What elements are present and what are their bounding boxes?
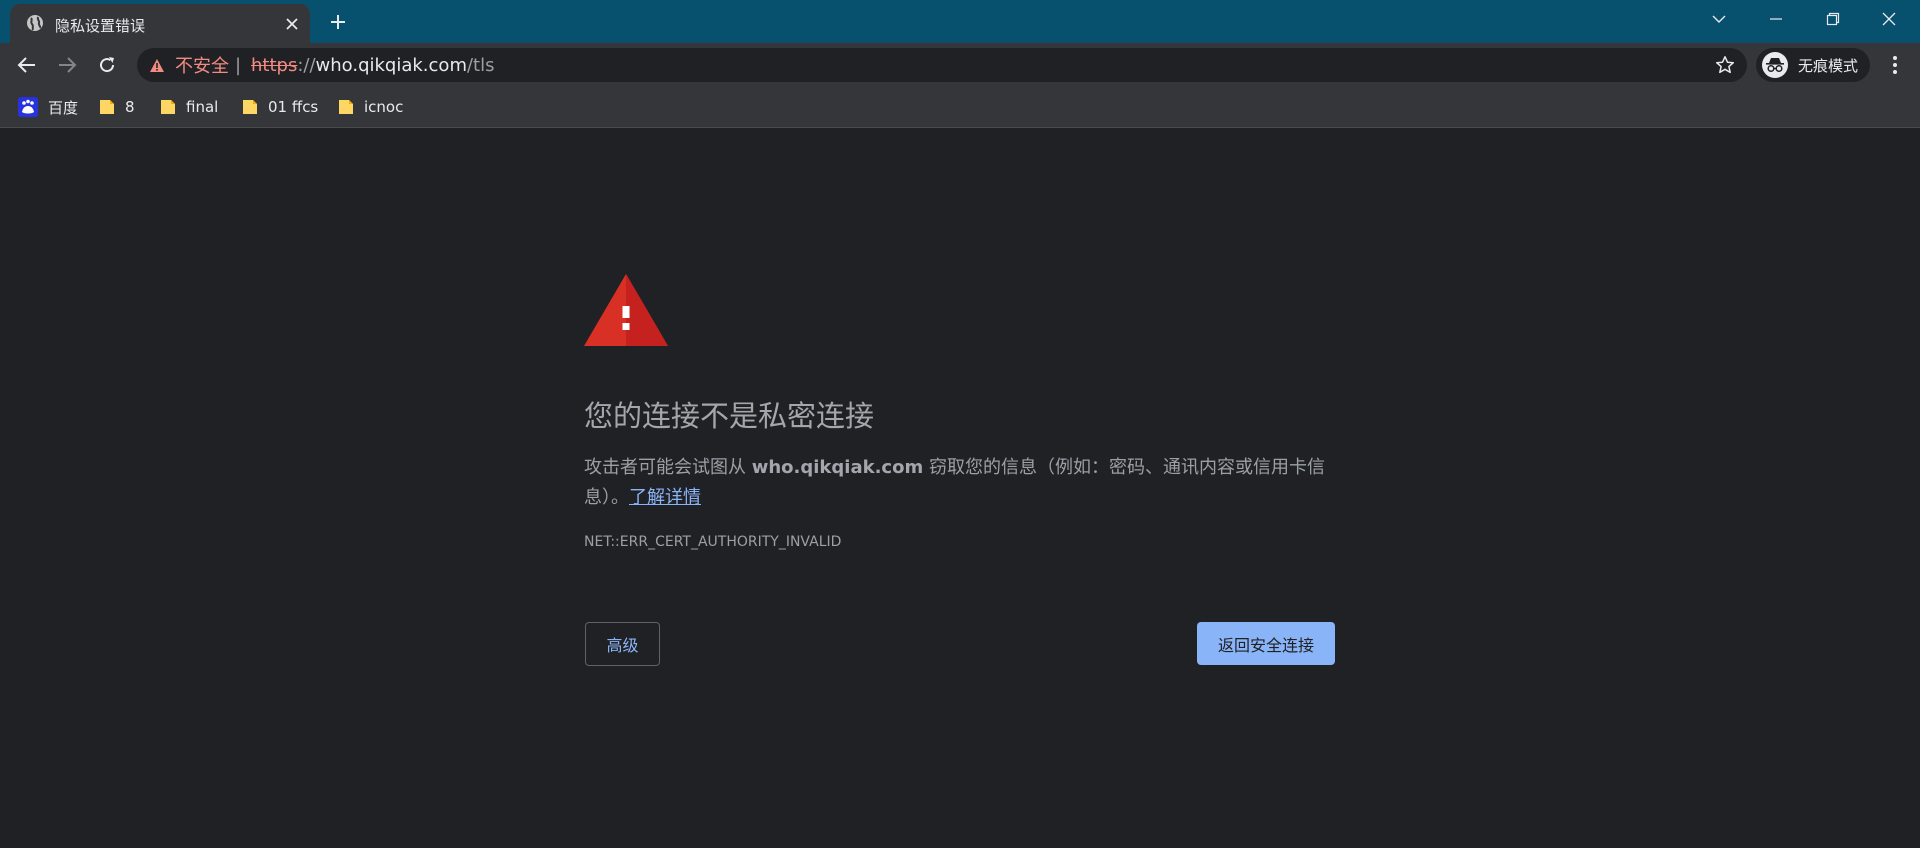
- bookmark-folder-01-ffcs[interactable]: 01 ffcs: [242, 95, 318, 119]
- bookmark-folder-8[interactable]: 8: [99, 95, 135, 119]
- address-bar[interactable]: 不安全 | https://who.qikqiak.com/tls: [137, 48, 1747, 82]
- folder-icon: [161, 100, 175, 114]
- tab-search-button[interactable]: [1696, 6, 1742, 32]
- bookmark-baidu[interactable]: 百度: [18, 95, 78, 119]
- tab-title: 隐私设置错误: [55, 17, 146, 35]
- url-path: /tls: [466, 54, 495, 76]
- arrow-right-icon: [59, 57, 77, 73]
- bookmark-star-button[interactable]: [1713, 53, 1737, 77]
- new-tab-button[interactable]: [326, 10, 350, 34]
- chip-divider: |: [235, 54, 242, 76]
- star-icon: [1715, 56, 1735, 74]
- close-icon[interactable]: [282, 14, 302, 34]
- plus-icon: [331, 15, 345, 29]
- bookmark-label: 8: [125, 98, 135, 116]
- title-bar: 隐私设置错误: [0, 0, 1920, 44]
- arrow-left-icon: [17, 57, 35, 73]
- minimize-icon: [1770, 18, 1782, 20]
- explanation-prefix: 攻击者可能会试图从: [584, 457, 752, 478]
- bookmark-label: icnoc: [364, 98, 404, 116]
- close-icon: [1882, 12, 1896, 26]
- restore-button[interactable]: [1810, 6, 1856, 32]
- explanation-text: 攻击者可能会试图从 who.qikqiak.com 窃取您的信息（例如：密码、通…: [584, 453, 1336, 513]
- explanation-host: who.qikqiak.com: [751, 457, 924, 478]
- bookmarks-bar: 百度 8 final 01 ffcs icnoc: [0, 87, 1920, 128]
- incognito-label: 无痕模式: [1798, 56, 1859, 75]
- warning-icon: [150, 58, 164, 72]
- back-button[interactable]: [12, 50, 42, 80]
- active-tab[interactable]: 隐私设置错误: [10, 4, 310, 44]
- bookmark-folder-icnoc[interactable]: icnoc: [338, 95, 403, 119]
- error-code: NET::ERR_CERT_AUTHORITY_INVALID: [584, 534, 842, 550]
- back-to-safety-button[interactable]: 返回安全连接: [1197, 622, 1335, 665]
- reload-icon: [100, 57, 115, 73]
- url-separator: ://: [297, 54, 316, 76]
- bookmark-folder-final[interactable]: final: [160, 95, 218, 119]
- reload-button[interactable]: [92, 50, 122, 80]
- page-headline: 您的连接不是私密连接: [584, 399, 875, 433]
- folder-icon: [243, 100, 257, 114]
- security-label: 不安全: [175, 56, 229, 77]
- folder-icon: [100, 100, 114, 114]
- url-text[interactable]: https://who.qikqiak.com/tls: [251, 48, 495, 82]
- bookmark-label: final: [186, 98, 219, 116]
- restore-icon: [1826, 12, 1840, 26]
- learn-more-link[interactable]: 了解详情: [629, 487, 701, 508]
- window-close-button[interactable]: [1866, 6, 1912, 32]
- chevron-down-icon: [1712, 15, 1726, 23]
- globe-icon: [26, 14, 44, 32]
- bookmark-label: 01 ffcs: [268, 98, 319, 116]
- menu-button[interactable]: [1880, 50, 1910, 80]
- bookmark-label: 百度: [48, 98, 79, 117]
- baidu-icon: [18, 97, 38, 117]
- folder-icon: [339, 100, 353, 114]
- advanced-button[interactable]: 高级: [585, 622, 660, 666]
- toolbar: 不安全 | https://who.qikqiak.com/tls 无痕模式: [0, 43, 1920, 87]
- security-chip[interactable]: 不安全 |: [149, 48, 241, 82]
- url-host: who.qikqiak.com: [315, 54, 467, 76]
- url-scheme: https: [251, 54, 298, 76]
- more-vert-icon: [1893, 56, 1897, 74]
- forward-button[interactable]: [52, 50, 82, 80]
- warning-triangle-icon: [584, 274, 668, 346]
- incognito-icon: [1762, 52, 1788, 78]
- incognito-indicator[interactable]: 无痕模式: [1756, 48, 1870, 82]
- minimize-button[interactable]: [1753, 6, 1799, 32]
